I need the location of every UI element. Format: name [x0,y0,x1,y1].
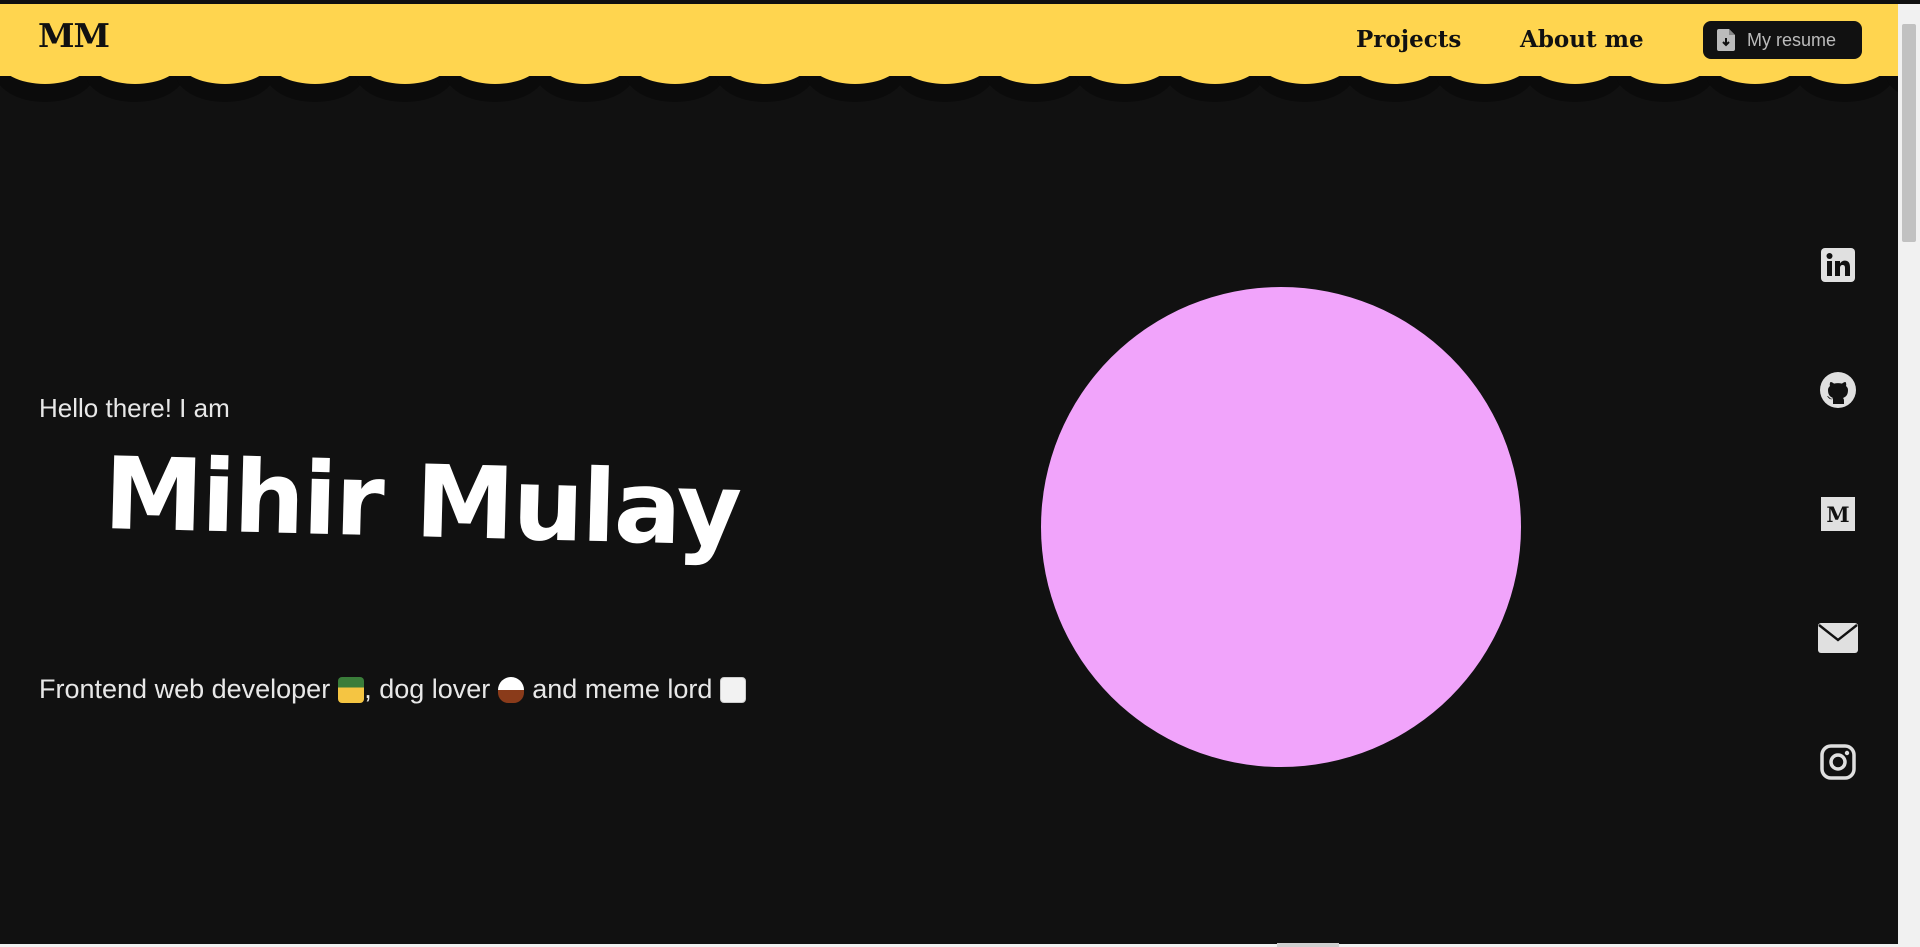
tagline-part-1: Frontend web developer [39,674,331,704]
site-header: MM Projects About me My resume [0,4,1898,76]
nav-projects-link[interactable]: Projects [1356,26,1461,53]
tagline-part-3: and meme lord [532,674,713,704]
hero-tagline: Frontend web developer , dog lover and m… [39,674,754,705]
linkedin-icon[interactable] [1818,245,1858,285]
github-icon[interactable] [1818,370,1858,410]
hero-circle [1041,287,1521,767]
bottom-scroll-indicator [1277,943,1339,947]
resume-button-label: My resume [1747,29,1837,50]
brand-logo[interactable]: MM [38,16,110,55]
tagline-part-2: , dog lover [364,674,491,704]
page: MM Projects About me My resume Hello the… [0,0,1920,947]
joker-card-emoji [720,676,747,703]
mail-icon[interactable] [1818,618,1858,658]
resume-button[interactable]: My resume [1703,21,1862,59]
dog-face-emoji [498,676,525,703]
vertical-scrollbar[interactable] [1898,4,1920,947]
svg-text:M: M [1826,502,1849,527]
hero-greeting: Hello there! I am [39,393,230,423]
file-download-icon [1717,29,1735,51]
hero-name: Mihir Mulay [102,435,742,569]
scrollbar-thumb[interactable] [1902,24,1916,242]
nav-about-link[interactable]: About me [1520,26,1644,53]
instagram-icon[interactable] [1818,742,1858,782]
medium-icon[interactable]: M [1818,494,1858,534]
technologist-emoji [338,676,365,703]
